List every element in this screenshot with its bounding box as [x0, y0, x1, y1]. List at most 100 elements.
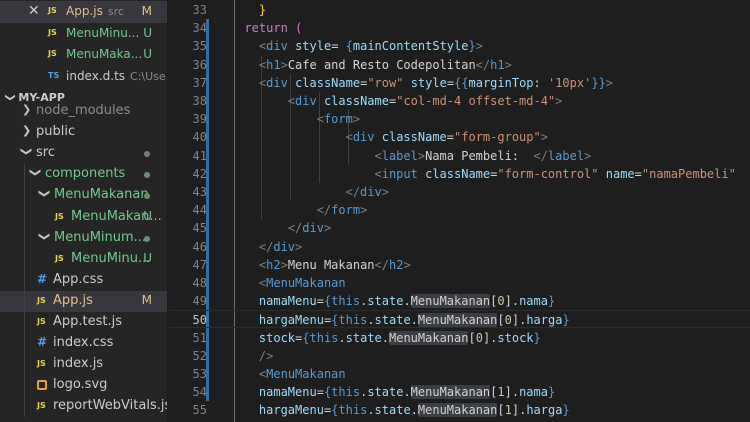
code-line[interactable]: 49 namaMenu={this.state.MenuMakanan[0].n… [169, 292, 750, 310]
line-number: 38 [192, 94, 207, 108]
code-token: . [403, 294, 411, 309]
code-line[interactable]: 50 hargaMenu={this.state.MenuMakanan[0].… [169, 310, 750, 329]
javascript-file-icon: JS [48, 6, 57, 15]
file-item[interactable]: JS App.test.js [0, 312, 167, 333]
code-token: {{ [454, 75, 469, 90]
code-token: > [280, 257, 288, 272]
code-line[interactable]: 46 </div> [169, 238, 750, 256]
code-line[interactable]: 38 <div className="col-md-4 offset-md-4"… [169, 92, 750, 110]
file-item[interactable]: # index.css [0, 333, 167, 354]
code-token: > [381, 185, 389, 199]
code-line[interactable]: 44 </form> [169, 201, 750, 219]
code-line[interactable]: 35 <div style= {mainContentStyle}> [169, 37, 750, 55]
file-item[interactable]: JS MenuMakan... U [0, 207, 167, 228]
folder-item[interactable]: ❯ public [0, 122, 167, 143]
code-token: state [345, 330, 382, 345]
code-token: state [367, 385, 404, 400]
folder-item[interactable]: ❯ components [0, 164, 167, 185]
code-token: '10px' [547, 75, 592, 90]
file-item[interactable]: JS index.js [0, 354, 167, 375]
open-editor-name: App.js src [66, 4, 124, 18]
code-line[interactable]: 47 <h2>Menu Makanan</h2> [169, 256, 750, 274]
code-line[interactable]: 34 return ( [169, 19, 750, 37]
file-item[interactable]: logo.svg [0, 375, 167, 396]
open-editor-item[interactable]: ✕ JS App.js src M [0, 1, 167, 23]
tree-item-label: index.js [53, 356, 104, 372]
line-number: 50 [192, 313, 207, 328]
modified-dot-icon [144, 151, 150, 158]
file-item[interactable]: JS reportWebVitals.js [0, 396, 167, 417]
open-editor-item[interactable]: TS index.d.tsC:\Use... [0, 66, 167, 88]
code-line[interactable]: 45 </div> [169, 219, 750, 237]
code-text: /> [230, 347, 273, 365]
file-item[interactable]: JS MenuMinu... U [0, 249, 167, 270]
code-line[interactable]: 54 namaMenu={this.state.MenuMakanan[1].n… [169, 383, 750, 401]
tree-item-label: src [36, 145, 55, 161]
open-editor-item[interactable]: JS MenuMaka... U [0, 44, 167, 66]
css-file-icon: # [37, 335, 48, 350]
code-token: div [273, 239, 296, 254]
folder-item[interactable]: ❯ MenuMakanan [0, 185, 167, 206]
code-text: } [230, 1, 266, 19]
code-token: nama [519, 294, 548, 309]
code-token: : [533, 75, 548, 90]
folder-item[interactable]: ❯ src [0, 143, 167, 164]
line-number: 41 [192, 148, 207, 163]
code-text: <form> [230, 110, 360, 128]
tree-item-label: components [45, 166, 126, 182]
line-number: 48 [192, 276, 207, 290]
svg-file-icon [37, 380, 47, 391]
code-token: = [634, 166, 642, 181]
code-editor[interactable]: 33 } 34 return (35 <div style= {mainConte… [169, 0, 750, 422]
tree-item-label: MenuMakanan [54, 187, 149, 203]
code-token: 1 [497, 385, 505, 400]
code-token: </ [345, 185, 361, 199]
folder-item[interactable]: ❯ node_modules [0, 101, 167, 122]
code-line[interactable]: 52 /> [169, 347, 750, 365]
code-line[interactable]: 40 <div className="form-group"> [169, 128, 750, 146]
code-token: "namaPembeli" [641, 166, 736, 181]
tree-item-label: MenuMinu... [71, 250, 151, 266]
code-line[interactable]: 39 <form> [169, 110, 750, 128]
code-line[interactable]: 33 } [169, 1, 750, 19]
close-icon[interactable]: ✕ [28, 3, 40, 19]
git-status-badge: U [143, 25, 152, 40]
code-line[interactable]: 43 </div> [169, 183, 750, 201]
code-token: . [367, 403, 375, 418]
folder-item[interactable]: ❯ MenuMinum... [0, 228, 167, 249]
line-number: 34 [192, 21, 207, 36]
code-token: className [381, 130, 447, 145]
code-line[interactable]: 42 <input className="form-control" name=… [169, 165, 750, 183]
javascript-file-icon: JS [37, 317, 46, 326]
code-line[interactable]: 37 <div className="row" style={{marginTo… [169, 74, 750, 92]
code-token: namaMenu [258, 294, 317, 309]
code-line[interactable]: 53 <MenuMakanan [169, 365, 750, 383]
line-number: 46 [192, 239, 207, 254]
line-number: 55 [192, 403, 207, 418]
code-line[interactable]: 51 stock={this.state.MenuMakanan[0].stoc… [169, 329, 750, 347]
code-text: namaMenu={this.state.MenuMakanan[0].nama… [230, 292, 555, 310]
open-editor-item[interactable]: JS MenuMinu... U [0, 23, 167, 45]
code-token: state [374, 313, 411, 328]
file-item[interactable]: # App.css [0, 270, 167, 291]
code-line[interactable]: 48 <MenuMakanan [169, 274, 750, 292]
line-number: 54 [192, 385, 207, 400]
code-token: } [547, 385, 556, 400]
code-token: [ [497, 403, 505, 418]
code-line[interactable]: 55 hargaMenu={this.state.MenuMakanan[1].… [169, 401, 750, 419]
code-text: stock={this.state.MenuMakanan[0].stock} [230, 329, 541, 347]
code-text: </div> [230, 238, 302, 256]
code-line[interactable]: 36 <h1>Cafe and Resto Codepolitan</h1> [169, 56, 750, 74]
code-line[interactable]: 41 <label>Nama Pembeli: </label> [169, 147, 750, 165]
code-text: <input className="form-control" name="na… [230, 165, 736, 183]
code-token: div [266, 75, 288, 90]
javascript-file-icon: JS [37, 401, 46, 411]
code-token: "form-group" [454, 130, 541, 145]
file-item[interactable]: JS App.js M [0, 290, 167, 312]
